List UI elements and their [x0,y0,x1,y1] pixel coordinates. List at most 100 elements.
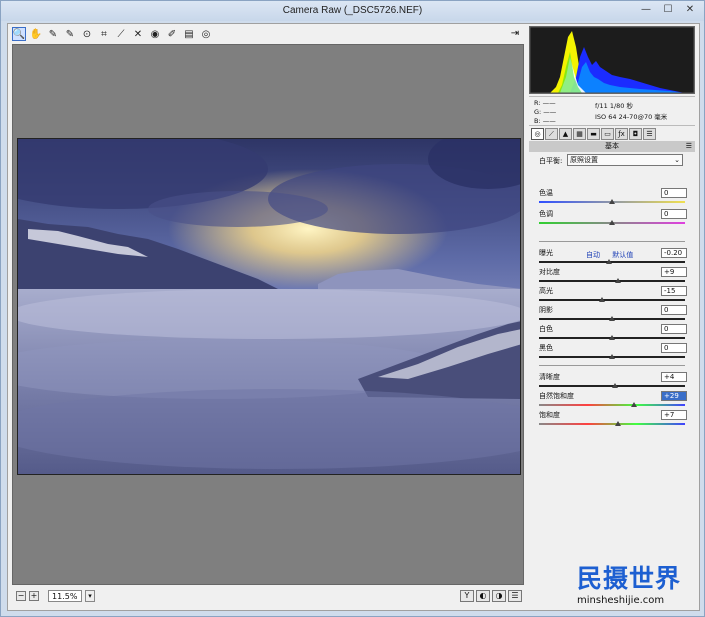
slider-thumb-tint[interactable] [609,220,615,225]
slider-row-highlights: 高光 -15 [539,286,687,304]
slider-label-temp: 色温 [539,189,553,197]
panel-header: 基本 ☰ [529,141,695,152]
histogram [529,26,695,94]
slider-thumb-highlights[interactable] [598,297,605,302]
slider-track-highlights[interactable] [539,299,685,301]
targeted-adjustment-tool-icon[interactable]: ⊙ [80,27,94,41]
slider-label-vibrance: 自然饱和度 [539,392,574,400]
zoom-dropdown-icon[interactable]: ▾ [85,590,95,602]
clipping-shadow-icon[interactable]: ◐ [476,590,490,602]
slider-thumb-saturation[interactable] [614,421,621,426]
slider-value-saturation[interactable]: +7 [661,410,687,420]
clipping-highlight-icon[interactable]: ◑ [492,590,506,602]
slider-row-tint: 色调 0 [539,209,687,227]
watermark-title: 民摄世界 [577,564,682,593]
panel-menu-icon[interactable]: ☰ [686,141,692,152]
straighten-tool-icon[interactable]: ⟋ [114,27,128,41]
mountain-landscape-image [18,139,520,474]
tab-detail-icon[interactable]: ▲ [559,128,572,140]
red-eye-tool-icon[interactable]: ◉ [148,27,162,41]
slider-thumb-whites[interactable] [609,335,615,340]
tab-basic-icon[interactable]: ◎ [531,128,544,140]
rgb-readout: R: —— G: —— B: —— [534,99,556,126]
slider-track-saturation[interactable] [539,423,685,425]
photo-image [17,138,521,475]
exif-iso-lens: ISO 64 24-70@70 毫米 [595,113,668,121]
slider-value-blacks[interactable]: 0 [661,343,687,353]
slider-track-contrast[interactable] [539,280,685,282]
slider-thumb-vibrance[interactable] [630,402,637,407]
tab-lens-icon[interactable]: ▭ [601,128,614,140]
zoom-level-field[interactable]: 11.5% [48,590,82,602]
panel-separator [539,365,685,366]
fullscreen-icon[interactable]: ☰ [508,590,522,602]
image-preview[interactable] [12,44,524,585]
g-value: G: —— [534,108,557,116]
slider-thumb-temp[interactable] [609,199,615,204]
slider-row-shadows: 阴影 0 [539,305,687,323]
slider-value-clarity[interactable]: +4 [661,372,687,382]
zoom-out-button[interactable]: − [16,591,26,601]
tab-effects-icon[interactable]: ƒx [615,128,628,140]
window-controls: — ☐ ✕ [636,3,700,17]
watermark-url: minsheshijie.com [577,595,665,606]
tab-tone-curve-icon[interactable]: ⟋ [545,128,558,140]
hand-tool-icon[interactable]: ✋ [29,27,43,41]
tab-presets-icon[interactable]: ☰ [643,128,656,140]
slider-thumb-clarity[interactable] [611,383,618,388]
tool-bar: 🔍 ✋ ✎ ✎ ⊙ ⌗ ⟋ ✕ ◉ ✐ ▤ ◎ [12,26,530,42]
view-buttons: Y ◐ ◑ ☰ [460,590,522,602]
graduated-filter-tool-icon[interactable]: ▤ [182,27,196,41]
close-icon[interactable]: ✕ [680,3,700,17]
slider-label-highlights: 高光 [539,287,553,295]
white-balance-select[interactable]: 原照设置 ⌄ [567,154,683,166]
slider-row-temp: 色温 0 [539,188,687,206]
tab-split-toning-icon[interactable]: ▬ [587,128,600,140]
exif-aperture-shutter: f/11 1/80 秒 [595,102,633,110]
slider-row-blacks: 黑色 0 [539,343,687,361]
slider-track-vibrance[interactable] [539,404,685,406]
slider-thumb-contrast[interactable] [614,278,621,283]
slider-value-temp[interactable]: 0 [661,188,687,198]
adjustment-brush-tool-icon[interactable]: ✐ [165,27,179,41]
slider-label-whites: 白色 [539,325,553,333]
slider-label-shadows: 阴影 [539,306,553,314]
title-bar: Camera Raw (_DSC5726.NEF) — ☐ ✕ [1,1,704,21]
white-balance-label: 白平衡: [539,157,563,165]
slider-label-contrast: 对比度 [539,268,560,276]
color-sampler-tool-icon[interactable]: ✎ [63,27,77,41]
panel-tabs: ◎ ⟋ ▲ ▦ ▬ ▭ ƒx ◘ ☰ [529,128,695,140]
minimize-icon[interactable]: — [636,3,656,17]
crop-tool-icon[interactable]: ⌗ [97,27,111,41]
tab-hsl-icon[interactable]: ▦ [573,128,586,140]
slider-value-shadows[interactable]: 0 [661,305,687,315]
slider-value-highlights[interactable]: -15 [661,286,687,296]
histogram-graph [529,26,695,94]
slider-value-tint[interactable]: 0 [661,209,687,219]
slider-label-tint: 色调 [539,210,553,218]
right-panel: R: —— G: —— B: —— f/11 1/80 秒 ISO 64 24-… [529,26,695,608]
maximize-icon[interactable]: ☐ [658,3,678,17]
slider-label-saturation: 饱和度 [539,411,560,419]
zoom-in-button[interactable]: + [29,591,39,601]
spot-removal-tool-icon[interactable]: ✕ [131,27,145,41]
client-area: 🔍 ✋ ✎ ✎ ⊙ ⌗ ⟋ ✕ ◉ ✐ ▤ ◎ ⇥ − + 11.5% ▾ Y … [7,23,700,611]
b-value: B: —— [534,117,556,125]
panel-title: 基本 [605,142,619,150]
radial-filter-tool-icon[interactable]: ◎ [199,27,213,41]
slider-thumb-exposure[interactable] [606,259,613,264]
tab-camera-calibration-icon[interactable]: ◘ [629,128,642,140]
slider-value-contrast[interactable]: +9 [661,267,687,277]
slider-thumb-shadows[interactable] [609,316,615,321]
slider-thumb-blacks[interactable] [609,354,615,359]
zoom-tool-icon[interactable]: 🔍 [12,27,26,41]
slider-value-whites[interactable]: 0 [661,324,687,334]
slider-value-exposure[interactable]: -0.20 [661,248,687,258]
slider-label-blacks: 黑色 [539,344,553,352]
slider-value-vibrance[interactable]: +29 [661,391,687,401]
open-preferences-icon[interactable]: ⇥ [508,27,522,41]
toggle-preview-icon[interactable]: Y [460,590,474,602]
white-balance-tool-icon[interactable]: ✎ [46,27,60,41]
window-title: Camera Raw (_DSC5726.NEF) [282,5,423,16]
camera-raw-window: Camera Raw (_DSC5726.NEF) — ☐ ✕ 🔍 ✋ ✎ ✎ ⊙ ⌗ ⟋ ✕… [0,0,705,617]
